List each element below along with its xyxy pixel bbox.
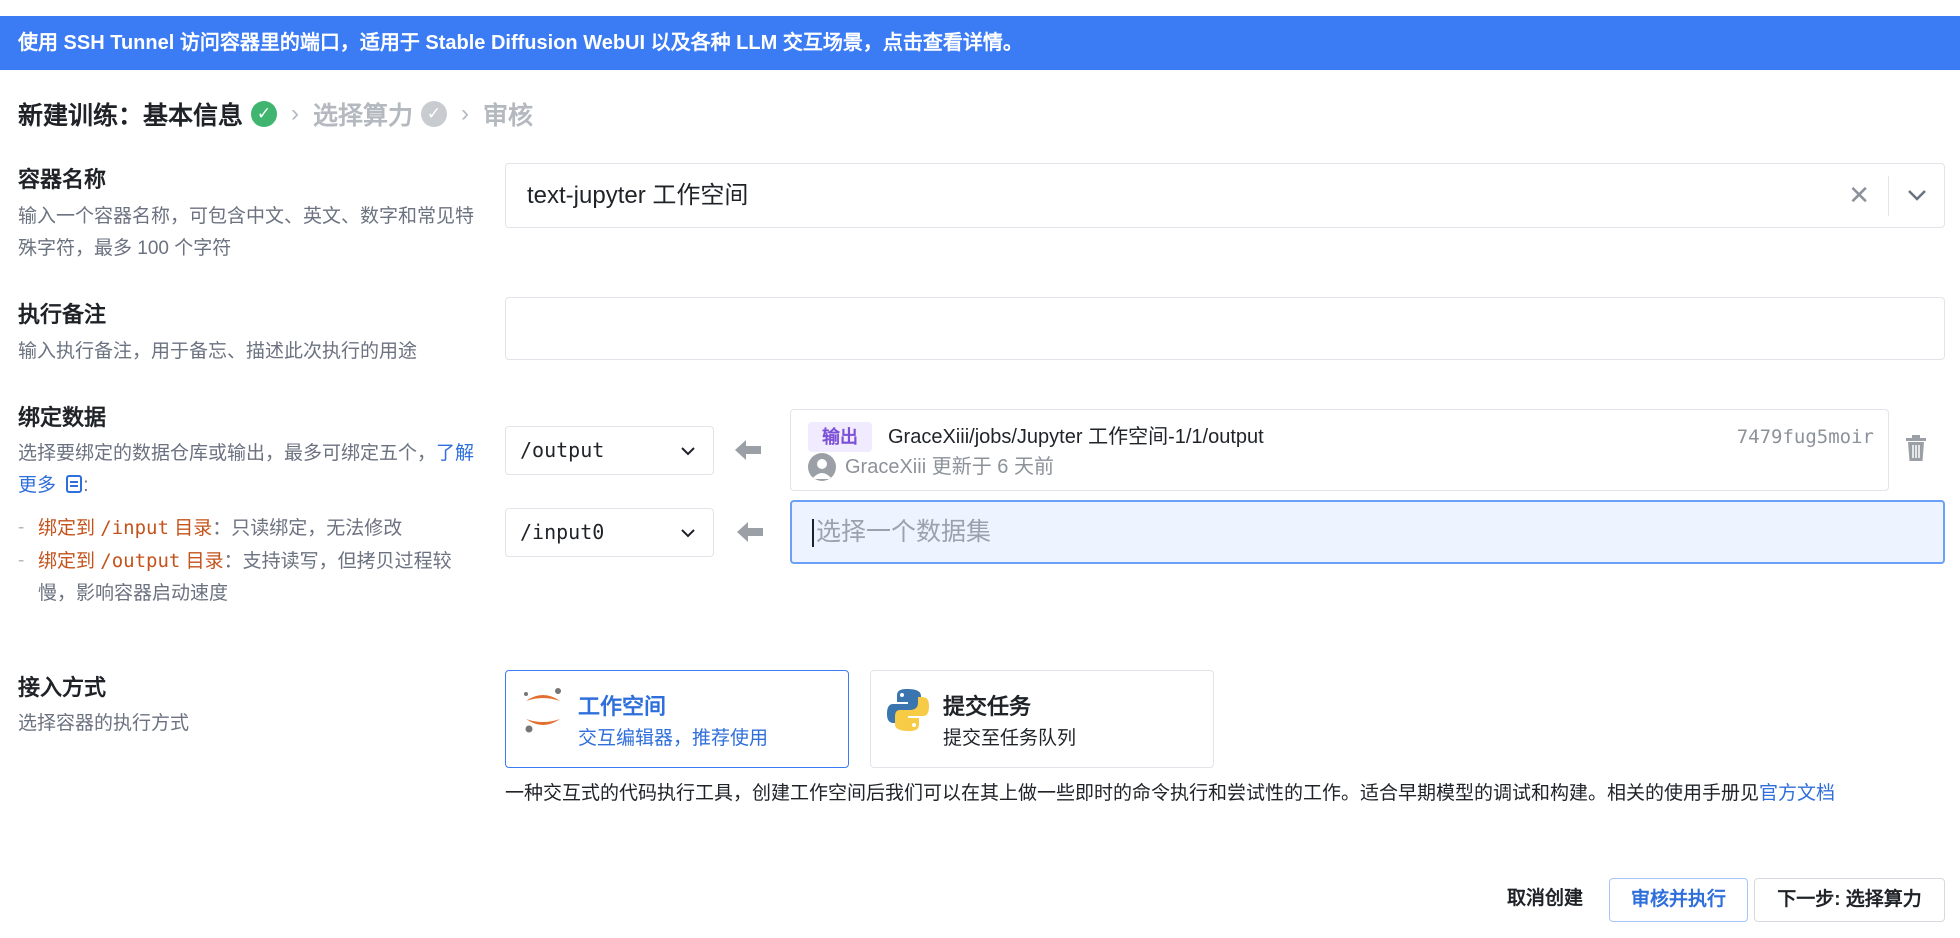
note-title: 执行备注: [18, 302, 107, 327]
text-caret: [812, 519, 814, 548]
mount-path-select[interactable]: /output: [505, 426, 714, 475]
trash-icon[interactable]: [1904, 434, 1928, 462]
cancel-create-button[interactable]: 取消创建: [1500, 878, 1590, 922]
chevron-down-icon[interactable]: [1902, 178, 1932, 212]
python-icon: [887, 689, 929, 731]
bind-rules-list: - 绑定到 /input 目录：只读绑定，无法修改 - 绑定到 /output 目录…: [18, 512, 488, 610]
mode-option-title: 工作空间: [578, 694, 667, 719]
mode-option-title: 提交任务: [943, 694, 1032, 719]
review-and-run-button[interactable]: 审核并执行: [1609, 878, 1748, 922]
avatar: [808, 453, 836, 481]
access-mode-title: 接入方式: [18, 675, 107, 700]
mount-path-select[interactable]: /input0: [505, 508, 714, 557]
step-basic-info: 新建训练：基本信息: [18, 102, 244, 130]
announcement-banner[interactable]: 使用 SSH Tunnel 访问容器里的端口，适用于 Stable Diffus…: [0, 16, 1960, 70]
dataset-select-input[interactable]: 选择一个数据集: [790, 500, 1945, 564]
output-id: 7479fug5moir: [1736, 426, 1874, 448]
bind-rule-output: - 绑定到 /output 目录：支持读写，但拷贝过程较慢，影响容器启动速度: [18, 550, 452, 604]
chevron-right-icon: ›: [461, 100, 470, 127]
next-step-button[interactable]: 下一步: 选择算力: [1754, 878, 1945, 922]
check-circle-icon: ✓: [421, 101, 448, 127]
clear-icon[interactable]: ✕: [1848, 180, 1870, 211]
bind-data-title: 绑定数据: [18, 405, 107, 430]
step-review: 审核: [483, 102, 534, 130]
step-breadcrumb: 新建训练：基本信息 ✓ › 选择算力 ✓ › 审核: [18, 94, 533, 134]
output-badge: 输出: [808, 422, 872, 452]
jupyter-icon: [524, 688, 561, 733]
official-docs-link[interactable]: 官方文档: [1759, 783, 1835, 804]
chevron-down-icon: [681, 447, 695, 456]
doc-link-icon[interactable]: [65, 474, 83, 494]
bound-output-card[interactable]: 输出 GraceXiii/jobs/Jupyter 工作空间-1/1/outpu…: [790, 409, 1889, 491]
mode-option-subtitle: 提交至任务队列: [943, 728, 1077, 749]
access-mode-explanation: 一种交互式的代码执行工具，创建工作空间后我们可以在其上做一些即时的命令执行和尝试…: [505, 783, 1836, 804]
input-divider: [1888, 176, 1889, 216]
arrow-left-icon: [735, 440, 761, 460]
bind-rule-input: - 绑定到 /input 目录：只读绑定，无法修改: [18, 517, 403, 539]
chevron-right-icon: ›: [291, 100, 300, 127]
mode-option-submit-task[interactable]: 提交任务 提交至任务队列: [870, 670, 1214, 768]
container-name-desc: 输入一个容器名称，可包含中文、英文、数字和常见特殊字符，最多 100 个字符: [18, 206, 475, 259]
container-name-value: text-jupyter 工作空间: [527, 182, 749, 209]
arrow-left-icon: [737, 522, 763, 542]
chevron-down-icon: [681, 529, 695, 538]
access-mode-desc: 选择容器的执行方式: [18, 713, 190, 734]
bind-data-desc: 选择要绑定的数据仓库或输出，最多可绑定五个，了解更多 :: [18, 443, 475, 496]
check-circle-icon: ✓: [251, 101, 278, 127]
note-input[interactable]: [505, 297, 1945, 360]
output-meta: GraceXiii 更新于 6 天前: [845, 456, 1054, 478]
container-name-title: 容器名称: [18, 167, 107, 192]
note-desc: 输入执行备注，用于备忘、描述此次执行的用途: [18, 341, 418, 362]
mode-option-subtitle: 交互编辑器，推荐使用: [578, 728, 769, 749]
output-path: GraceXiii/jobs/Jupyter 工作空间-1/1/output: [888, 426, 1264, 448]
container-name-input[interactable]: text-jupyter 工作空间 ✕: [505, 163, 1945, 228]
step-select-compute: 选择算力: [313, 102, 414, 130]
mode-option-workspace[interactable]: 工作空间 交互编辑器，推荐使用: [505, 670, 849, 768]
